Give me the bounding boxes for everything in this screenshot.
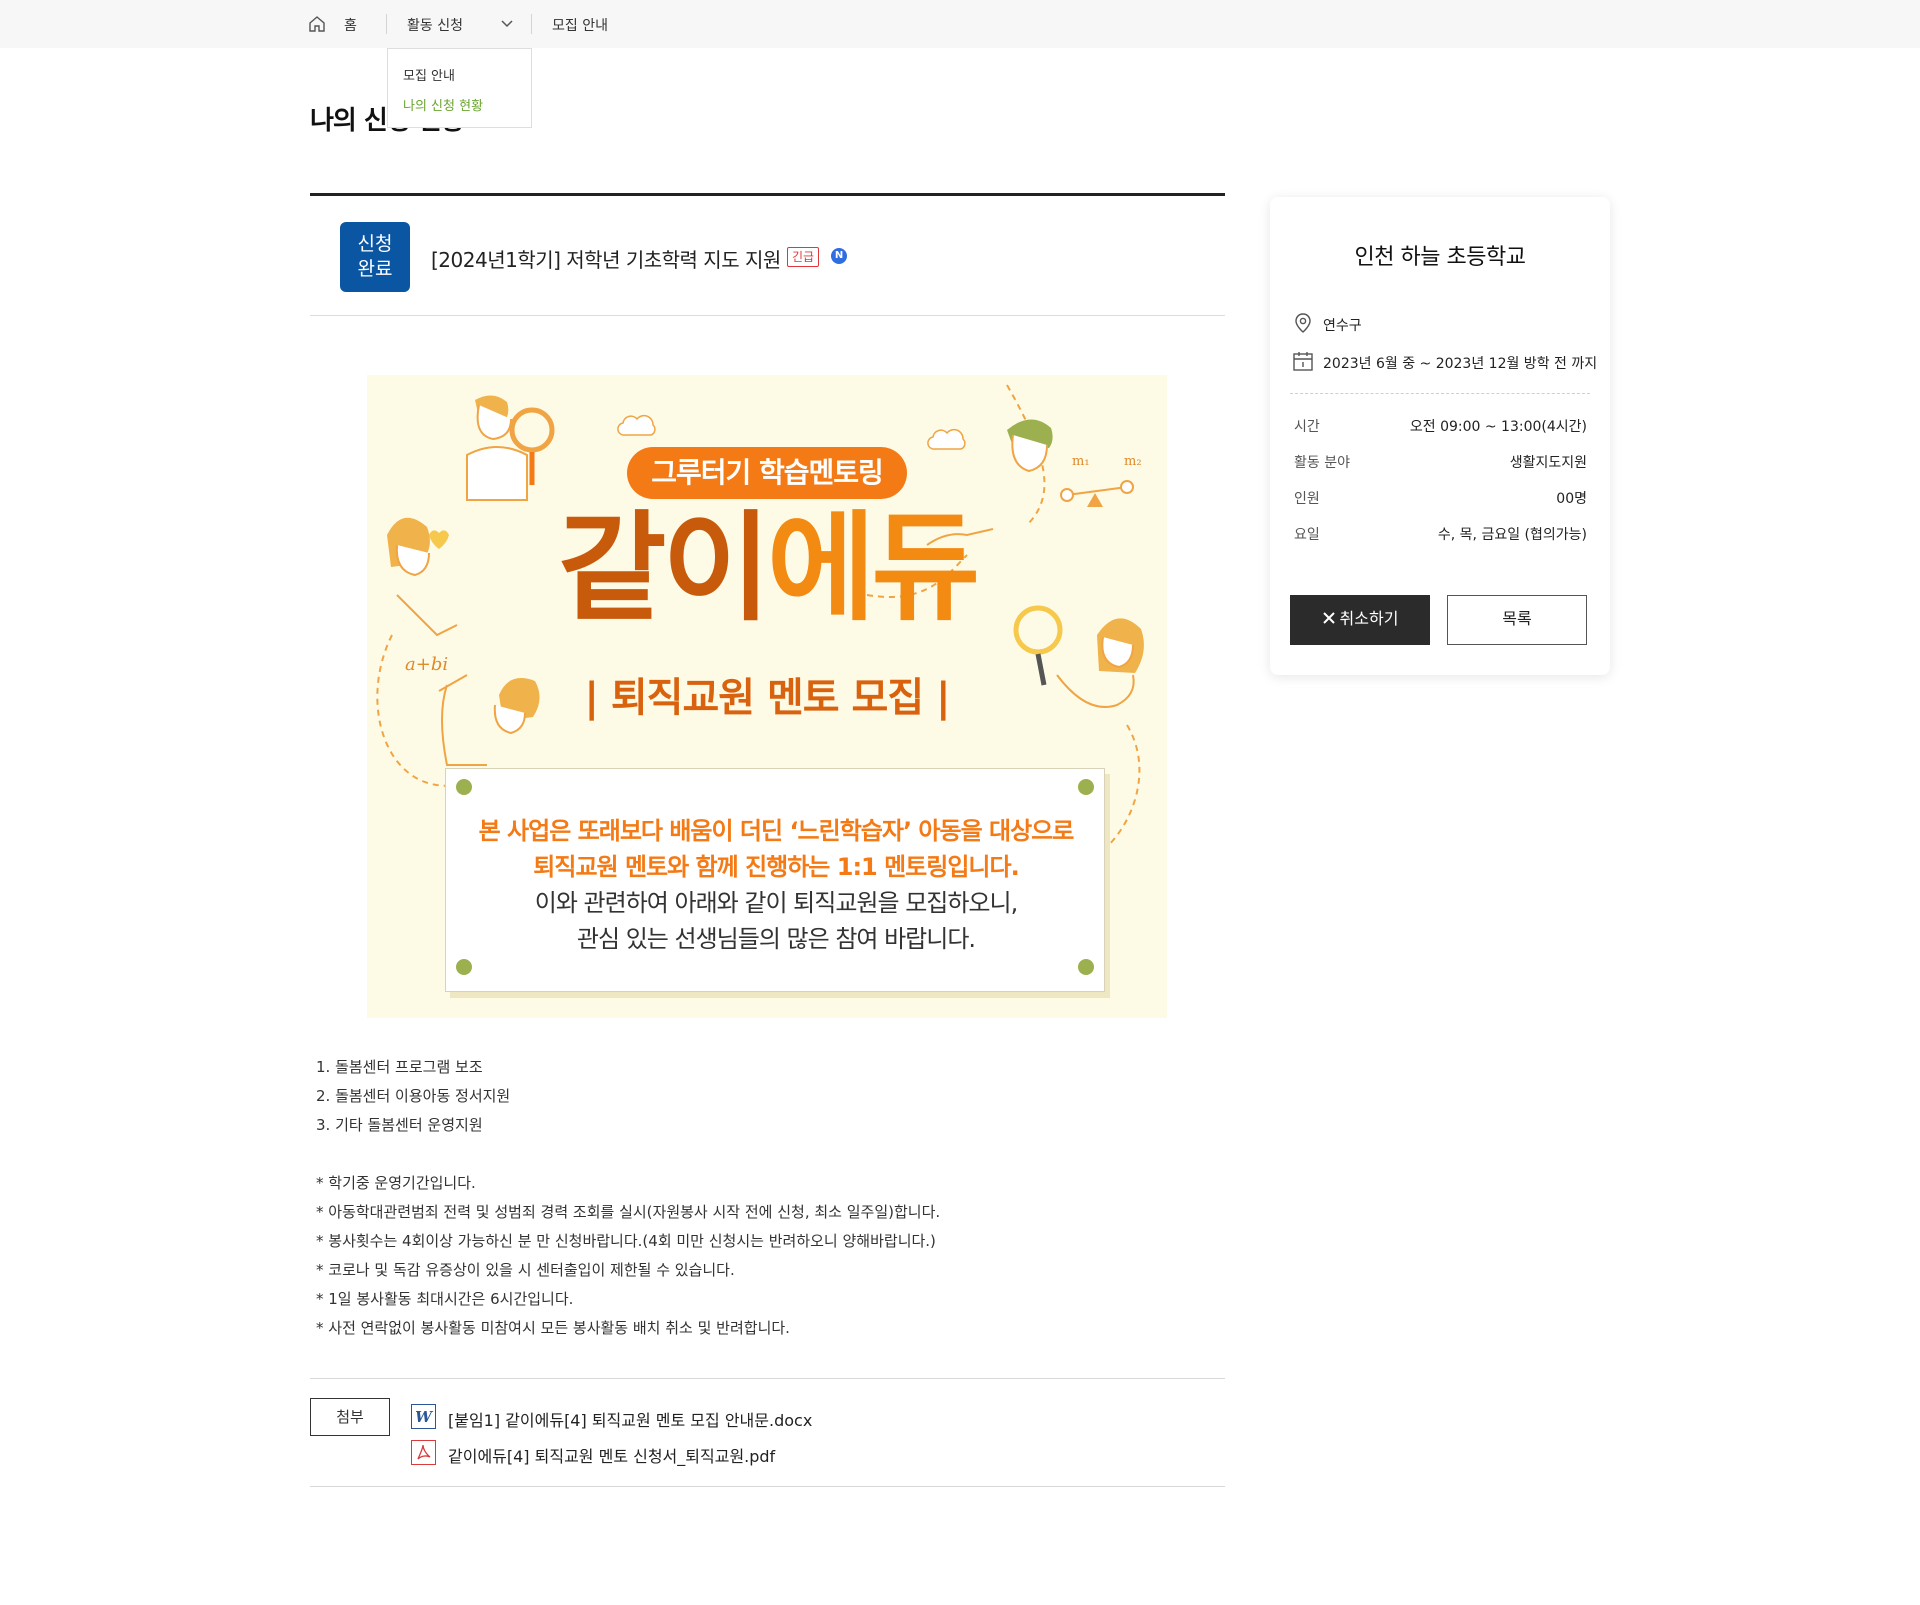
info-label-headcount: 인원 bbox=[1294, 491, 1320, 507]
title-divider bbox=[310, 315, 1225, 316]
attachment-link-docx[interactable]: [붙임1] 같이에듀[4] 퇴직교원 멘토 모집 안내문.docx bbox=[448, 1407, 812, 1431]
info-value-days: 수, 목, 금요일 (협의가능) bbox=[1437, 527, 1587, 543]
poster-notice-card: 본 사업은 또래보다 배움이 더딘 ‘느린학습자’ 아동을 대상으로 퇴직교원 … bbox=[445, 768, 1105, 992]
section-top-divider bbox=[310, 193, 1225, 196]
dropdown-item-my-applications[interactable]: 나의 신청 현황 bbox=[403, 95, 483, 114]
info-value-time: 오전 09:00 ~ 13:00(4시간) bbox=[1409, 419, 1587, 435]
poster-scale-m1: m₁ bbox=[1072, 454, 1090, 469]
attachments-label: 첨부 bbox=[310, 1398, 390, 1436]
poster-subtitle: | 퇴직교원 멘토 모집 | bbox=[584, 675, 950, 721]
school-info-card: 인천 하늘 초등학교 연수구 2023년 6월 중 ~ 2023년 12월 방학… bbox=[1270, 197, 1610, 675]
word-file-icon: W bbox=[411, 1404, 436, 1429]
info-label-field: 활동 분야 bbox=[1294, 455, 1350, 471]
note-item: * 사전 연락없이 봉사활동 미참여시 모든 봉사활동 배치 취소 및 반려합니… bbox=[316, 1319, 790, 1337]
breadcrumb-current[interactable]: 모집 안내 bbox=[552, 15, 608, 35]
breadcrumb-dropdown[interactable]: 활동 신청 bbox=[407, 15, 463, 35]
pdf-file-icon bbox=[411, 1440, 436, 1465]
info-value-headcount: 00명 bbox=[1556, 491, 1587, 507]
home-icon[interactable] bbox=[307, 14, 327, 34]
poster-tagline: 그루터기 학습멘토링 bbox=[627, 447, 907, 499]
post-title: [2024년1학기] 저학년 기초학력 지도 지원 bbox=[431, 248, 781, 272]
breadcrumb-bar: 홈 활동 신청 모집 안내 bbox=[0, 0, 1920, 48]
new-badge: N bbox=[831, 248, 847, 264]
poster-main-a: 같이 bbox=[557, 499, 771, 637]
poster-card-line: 이와 관련하여 아래와 같이 퇴직교원을 모집하오니, bbox=[534, 889, 1018, 917]
note-item: * 봉사횟수는 4회이상 가능하신 분 만 신청바랍니다.(4회 미만 신청시는… bbox=[316, 1232, 936, 1250]
recruitment-poster: a+bi m₁ m₂ 그루터기 학습멘토링 같이에듀 | 퇴직교원 멘토 모집 … bbox=[367, 375, 1167, 1018]
poster-pin bbox=[456, 959, 472, 975]
breadcrumb-dropdown-menu: 모집 안내 나의 신청 현황 bbox=[387, 48, 532, 128]
close-icon bbox=[1322, 612, 1335, 624]
info-label-days: 요일 bbox=[1294, 527, 1320, 543]
calendar-icon bbox=[1293, 352, 1313, 371]
location-pin-icon bbox=[1295, 313, 1311, 333]
note-item: * 1일 봉사활동 최대시간은 6시간입니다. bbox=[316, 1290, 574, 1308]
breadcrumb-home[interactable]: 홈 bbox=[344, 15, 357, 35]
note-item: * 아동학대관련범죄 전력 및 성범죄 경력 조회를 실시(자원봉사 시작 전에… bbox=[316, 1203, 941, 1221]
cancel-application-button[interactable]: 취소하기 bbox=[1290, 595, 1430, 645]
list-button[interactable]: 목록 bbox=[1447, 595, 1587, 645]
breadcrumb-divider bbox=[386, 14, 387, 34]
info-value-field: 생활지도지원 bbox=[1509, 455, 1587, 471]
poster-card-line: 관심 있는 선생님들의 많은 참여 바랍니다. bbox=[576, 925, 976, 953]
attachment-link-pdf[interactable]: 같이에듀[4] 퇴직교원 멘토 신청서_퇴직교원.pdf bbox=[448, 1443, 775, 1467]
chevron-down-icon[interactable] bbox=[500, 17, 514, 31]
dropdown-item-recruit[interactable]: 모집 안내 bbox=[403, 65, 455, 84]
status-badge: 신청 완료 bbox=[340, 222, 410, 292]
status-line-1: 신청 bbox=[357, 233, 393, 255]
svg-text:W: W bbox=[415, 1408, 434, 1426]
activity-period: 2023년 6월 중 ~ 2023년 12월 방학 전 까지 bbox=[1323, 356, 1598, 372]
attachments-bottom-divider bbox=[310, 1486, 1225, 1487]
poster-card-line: 퇴직교원 멘토와 함께 진행하는 1:1 멘토링입니다. bbox=[533, 853, 1019, 881]
info-divider bbox=[1290, 393, 1590, 394]
breadcrumb-divider bbox=[531, 14, 532, 34]
poster-main-b: 에듀 bbox=[767, 499, 980, 637]
poster-pin bbox=[1078, 779, 1094, 795]
task-item: 1. 돌봄센터 프로그램 보조 bbox=[316, 1058, 483, 1076]
poster-scale-m2: m₂ bbox=[1124, 454, 1142, 469]
info-label-time: 시간 bbox=[1294, 419, 1320, 435]
school-location: 연수구 bbox=[1323, 318, 1362, 334]
school-name: 인천 하늘 초등학교 bbox=[1354, 245, 1526, 270]
poster-pin bbox=[456, 779, 472, 795]
note-item: * 학기중 운영기간입니다. bbox=[316, 1174, 476, 1192]
attachments-divider bbox=[310, 1378, 1225, 1379]
task-item: 3. 기타 돌봄센터 운영지원 bbox=[316, 1116, 483, 1134]
status-line-2: 완료 bbox=[357, 258, 393, 280]
task-item: 2. 돌봄센터 이용아동 정서지원 bbox=[316, 1087, 511, 1105]
poster-pin bbox=[1078, 959, 1094, 975]
poster-main-title: 같이에듀 bbox=[367, 493, 1167, 643]
poster-card-line: 본 사업은 또래보다 배움이 더딘 ‘느린학습자’ 아동을 대상으로 bbox=[478, 817, 1075, 845]
urgent-badge: 긴급 bbox=[787, 247, 820, 267]
cancel-button-label: 취소하기 bbox=[1339, 611, 1399, 628]
note-item: * 코로나 및 독감 유증상이 있을 시 센터출입이 제한될 수 있습니다. bbox=[316, 1261, 735, 1279]
